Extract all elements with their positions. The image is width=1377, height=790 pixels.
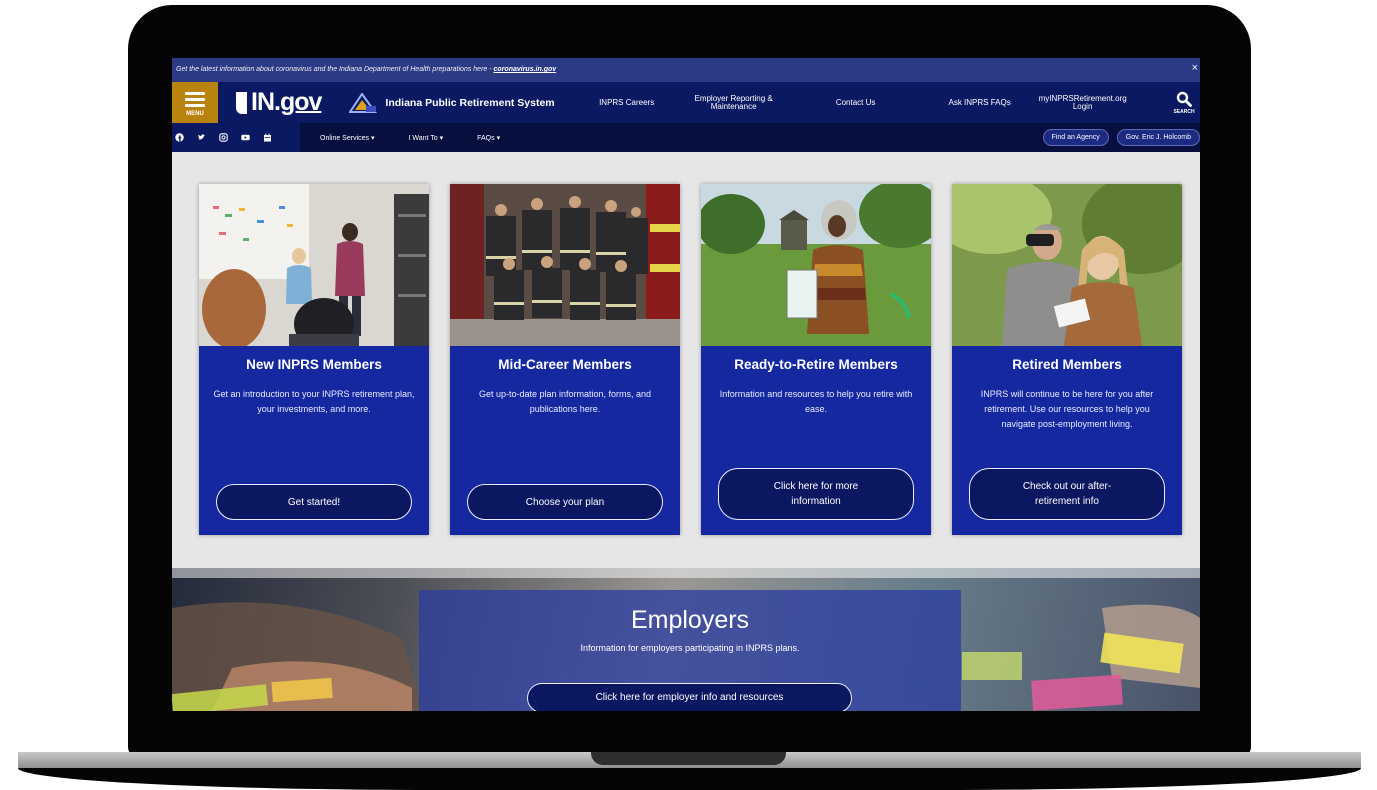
search-button[interactable]: SEARCH (1168, 82, 1200, 123)
search-icon (1176, 91, 1192, 107)
nav-contact-us[interactable]: Contact Us (791, 98, 921, 107)
youtube-icon[interactable] (241, 133, 250, 142)
nav-inprs-careers[interactable]: INPRS Careers (577, 98, 677, 107)
nav-login-line2: Login (1072, 101, 1093, 111)
card-photo-park-woman (701, 184, 931, 346)
i-want-to-dropdown[interactable]: I Want To ▾ (408, 134, 443, 142)
facebook-icon[interactable] (175, 133, 184, 142)
governor-button[interactable]: Gov. Eric J. Holcomb (1116, 129, 1200, 146)
subnav-right-group: Find an Agency Gov. Eric J. Holcomb (1035, 123, 1200, 152)
search-label: SEARCH (1173, 108, 1195, 115)
nav-myinprs-login[interactable]: myINPRSRetirement.org Login (1039, 94, 1127, 111)
calendar-icon[interactable] (263, 133, 272, 142)
choose-your-plan-button[interactable]: Choose your plan (467, 484, 663, 520)
inprs-logo[interactable]: Indiana Public Retirement System (349, 92, 555, 113)
faqs-dropdown[interactable]: FAQs ▾ (477, 134, 500, 142)
twitter-icon[interactable] (197, 133, 206, 142)
browser-screen: Get the latest information about coronav… (172, 58, 1200, 711)
alert-close-button[interactable]: × (1192, 58, 1198, 80)
nav-ask-inprs-faqs[interactable]: Ask INPRS FAQs (921, 98, 1039, 107)
card-new-members: New INPRS Members Get an introduction to… (199, 184, 429, 535)
card-retired-members: Retired Members INPRS will continue to b… (952, 184, 1182, 535)
card-photo-classroom (199, 184, 429, 346)
laptop-base-shadow (18, 768, 1361, 790)
button-line2: retirement info (1035, 496, 1099, 507)
alert-link[interactable]: coronavirus.in.gov (494, 66, 557, 73)
card-description: Get up-to-date plan information, forms, … (478, 389, 652, 414)
employers-panel: Employers Information for employers part… (419, 590, 961, 711)
after-retirement-info-button[interactable]: Check out our after- retirement info (969, 468, 1165, 520)
social-links (172, 123, 300, 152)
ingov-logo-gov: gov (279, 88, 322, 116)
online-services-dropdown[interactable]: Online Services ▾ (320, 134, 374, 142)
ingov-logo-in: IN. (251, 88, 281, 116)
nav-employer-reporting[interactable]: Employer Reporting & Maintenance (677, 94, 791, 111)
get-started-button[interactable]: Get started! (216, 484, 412, 520)
card-photo-firefighters (450, 184, 680, 346)
employer-info-button[interactable]: Click here for employer info and resourc… (527, 683, 852, 711)
alert-text: Get the latest information about coronav… (176, 66, 494, 73)
nav-employer-line2: Maintenance (710, 101, 757, 111)
card-title: New INPRS Members (246, 357, 382, 372)
instagram-icon[interactable] (219, 133, 228, 142)
card-title: Retired Members (1012, 357, 1122, 372)
card-description: Get an introduction to your INPRS retire… (213, 389, 415, 414)
more-information-button[interactable]: Click here for more information (718, 468, 914, 520)
agency-name: Indiana Public Retirement System (385, 96, 555, 109)
card-description: Information and resources to help you re… (719, 389, 913, 414)
employers-section: Employers Information for employers part… (172, 568, 1200, 711)
card-title: Ready-to-Retire Members (734, 357, 898, 372)
button-line2: information (791, 496, 841, 507)
hamburger-icon (185, 89, 205, 110)
ingov-logo[interactable]: IN. gov (236, 82, 322, 123)
header-nav: INPRS Careers Employer Reporting & Maint… (577, 94, 1127, 111)
card-mid-career: Mid-Career Members Get up-to-date plan i… (450, 184, 680, 535)
alert-bar: Get the latest information about coronav… (172, 58, 1200, 82)
card-title: Mid-Career Members (498, 357, 632, 372)
site-header: MENU IN. gov Indiana Public Retirement Sy… (172, 82, 1200, 123)
button-line1: Click here for more (773, 481, 859, 492)
employers-title: Employers (630, 606, 750, 634)
card-photo-retired-couple (952, 184, 1182, 346)
menu-label: MENU (186, 110, 204, 117)
find-agency-button[interactable]: Find an Agency (1042, 129, 1109, 146)
card-ready-to-retire: Ready-to-Retire Members Information and … (701, 184, 931, 535)
menu-button[interactable]: MENU (172, 82, 218, 123)
employers-description: Information for employers participating … (580, 643, 800, 653)
button-line1: Check out our after- (1022, 481, 1112, 492)
inprs-triangle-icon (349, 92, 378, 113)
card-description: INPRS will continue to be here for you a… (980, 389, 1154, 429)
sub-navigation: Online Services ▾ I Want To ▾ FAQs ▾ Fin… (172, 123, 1200, 152)
laptop-notch (591, 752, 786, 765)
indiana-state-icon (236, 91, 247, 114)
